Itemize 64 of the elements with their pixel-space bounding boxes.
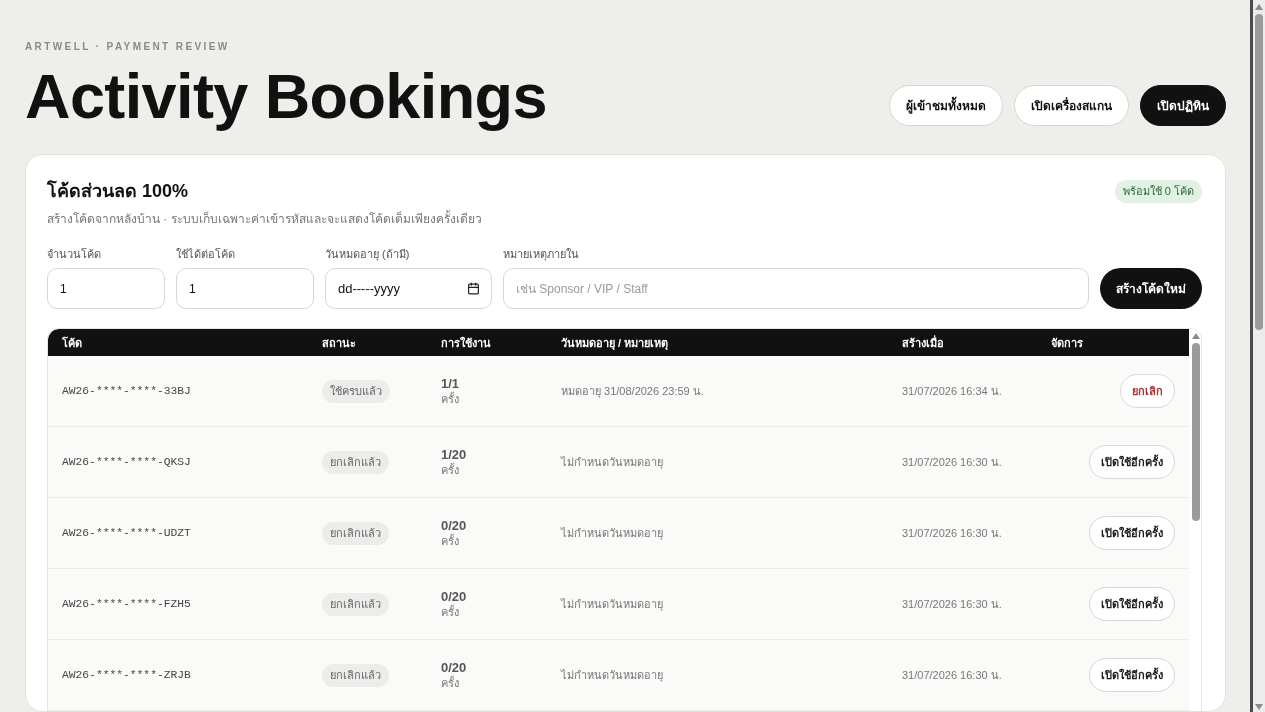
created-text: 31/07/2026 16:34 น. <box>902 384 1002 399</box>
row-action-button[interactable]: ยกเลิก <box>1120 374 1175 408</box>
usage-unit: ครั้ง <box>441 392 459 406</box>
input-field[interactable]: 1 <box>47 268 165 309</box>
scroll-down-icon[interactable] <box>1255 704 1263 710</box>
scrollbar-thumb[interactable] <box>1192 343 1200 521</box>
column-header: จัดการ <box>1051 335 1083 351</box>
status-badge: พร้อมใช้ 0 โค้ด <box>1114 179 1202 203</box>
page-scrollbar[interactable] <box>1250 0 1265 712</box>
header-button[interactable]: เปิดปฏิทิน <box>1140 85 1226 126</box>
field-label: จำนวนโค้ด <box>47 247 101 261</box>
usage-count: 0/20 <box>441 589 467 605</box>
header-button[interactable]: เปิดเครื่องสแกน <box>1014 85 1129 126</box>
code-text: AW26-****-****-QKSJ <box>62 456 191 468</box>
row-action-button[interactable]: เปิดใช้อีกครั้ง <box>1089 587 1175 621</box>
expiry-text: ไม่กำหนดวันหมดอายุ <box>561 668 663 684</box>
column-header: การใช้งาน <box>441 335 491 351</box>
usage-unit: ครั้ง <box>441 463 459 477</box>
usage-count: 1/1 <box>441 376 460 392</box>
date-field[interactable]: dd-----yyyy <box>325 268 492 309</box>
eyebrow-text: ARTWELL · PAYMENT REVIEW <box>25 41 230 53</box>
card-title: โค้ดส่วนลด 100% <box>47 179 189 203</box>
code-text: AW26-****-****-FZH5 <box>62 598 191 610</box>
usage-unit: ครั้ง <box>441 676 459 690</box>
usage-unit: ครั้ง <box>441 605 459 619</box>
expiry-text: ไม่กำหนดวันหมดอายุ <box>561 597 663 613</box>
status-pill: ยกเลิกแล้ว <box>322 450 389 474</box>
status-pill: ยกเลิกแล้ว <box>322 663 389 687</box>
calendar-icon[interactable] <box>467 282 480 295</box>
expiry-text: ไม่กำหนดวันหมดอายุ <box>561 526 663 542</box>
usage-count: 1/20 <box>441 447 467 463</box>
usage-count: 0/20 <box>441 660 467 676</box>
create-code-button[interactable]: สร้างโค้ดใหม่ <box>1100 268 1202 309</box>
expiry-text: ไม่กำหนดวันหมดอายุ <box>561 455 663 471</box>
status-pill: ยกเลิกแล้ว <box>322 521 389 545</box>
column-header: สถานะ <box>322 335 356 351</box>
row-action-button[interactable]: เปิดใช้อีกครั้ง <box>1089 445 1175 479</box>
row-action-button[interactable]: เปิดใช้อีกครั้ง <box>1089 516 1175 550</box>
scroll-up-icon[interactable] <box>1255 4 1263 10</box>
card-subtitle: สร้างโค้ดจากหลังบ้าน · ระบบเก็บเฉพาะค่าเข้ารหัสและจะแสดงโค้ดเต็มเพียงครั้งเดียว <box>47 211 482 227</box>
scroll-up-icon[interactable] <box>1192 333 1200 339</box>
status-pill: ใช้ครบแล้ว <box>322 379 390 403</box>
usage-unit: ครั้ง <box>441 534 459 548</box>
code-text: AW26-****-****-33BJ <box>62 385 191 397</box>
input-field[interactable]: 1 <box>176 268 314 309</box>
status-pill: ยกเลิกแล้ว <box>322 592 389 616</box>
created-text: 31/07/2026 16:30 น. <box>902 597 1002 612</box>
column-header: โค้ด <box>62 335 82 351</box>
code-text: AW26-****-****-ZRJB <box>62 669 191 681</box>
column-header: วันหมดอายุ / หมายเหตุ <box>561 335 669 352</box>
expiry-text: หมดอายุ 31/08/2026 23:59 น. <box>561 384 704 400</box>
created-text: 31/07/2026 16:30 น. <box>902 668 1002 683</box>
field-label: หมายเหตุภายใน <box>503 247 579 261</box>
field-label: วันหมดอายุ (ถ้ามี) <box>325 247 410 261</box>
created-text: 31/07/2026 16:30 น. <box>902 455 1002 470</box>
header-button[interactable]: ผู้เข้าชมทั้งหมด <box>889 85 1003 126</box>
usage-count: 0/20 <box>441 518 467 534</box>
code-text: AW26-****-****-UDZT <box>62 527 191 539</box>
field-label: ใช้ได้ต่อโค้ด <box>176 247 235 261</box>
created-text: 31/07/2026 16:30 น. <box>902 526 1002 541</box>
scrollbar-thumb[interactable] <box>1255 14 1263 330</box>
row-action-button[interactable]: เปิดใช้อีกครั้ง <box>1089 658 1175 692</box>
column-header: สร้างเมื่อ <box>902 334 944 351</box>
input-field[interactable]: เช่น Sponsor / VIP / Staff <box>503 268 1089 309</box>
